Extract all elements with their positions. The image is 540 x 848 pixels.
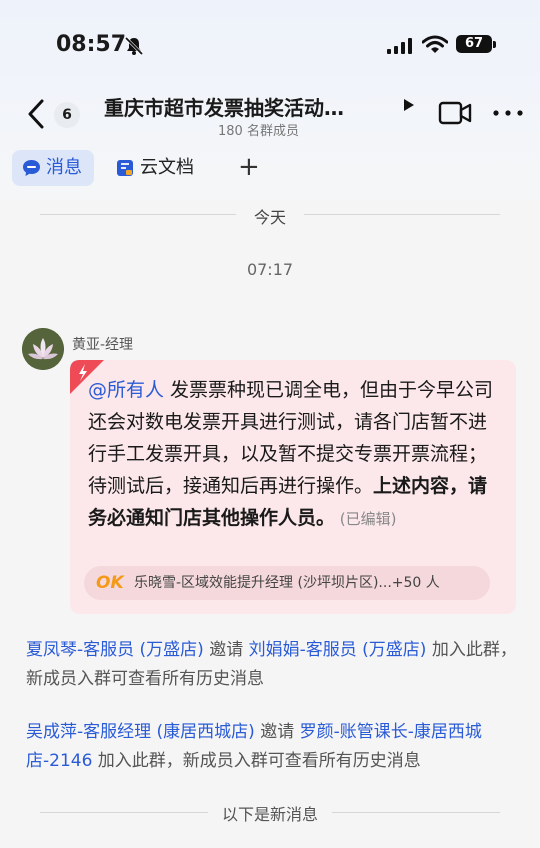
play-arrow-icon[interactable]	[403, 98, 415, 112]
mention-all[interactable]: @所有人	[88, 379, 164, 401]
invite-suffix: 加入此群，新成员入群可查看所有历史消息	[92, 751, 421, 771]
chat-title[interactable]: 重庆市超市发票抽奖活动…	[104, 92, 394, 121]
sender-name: 黄亚-经理	[72, 337, 134, 353]
bell-muted-icon	[124, 36, 144, 56]
read-ack-bar[interactable]: OK 乐晓雪-区域效能提升经理 (沙坪坝片区)...+50 人	[84, 566, 490, 600]
separator-line	[40, 812, 208, 813]
wifi-icon	[422, 35, 448, 53]
video-call-icon[interactable]	[438, 100, 472, 126]
tab-messages[interactable]: 消息	[12, 150, 94, 186]
member-count: 180 名群成员	[218, 124, 299, 139]
edited-label: (已编辑)	[335, 510, 397, 528]
tab-messages-label: 消息	[46, 157, 82, 178]
unread-badge[interactable]: 6	[54, 102, 80, 128]
lotus-avatar-icon	[22, 328, 64, 370]
new-messages-separator: 以下是新消息	[0, 798, 540, 828]
more-options-icon[interactable]	[493, 110, 523, 116]
invite-action: 邀请	[254, 722, 300, 742]
inviter-name[interactable]: 吴成萍-客服经理 (康居西城店)	[26, 722, 255, 742]
chat-bubble-icon	[23, 160, 40, 176]
separator-line	[304, 214, 500, 215]
chat-header: 6 重庆市超市发票抽奖活动… 180 名群成员	[0, 82, 540, 142]
system-message: 夏凤琴-客服员 (万盛店) 邀请 刘娟娟-客服员 (万盛店) 加入此群，新成员入…	[26, 636, 520, 694]
battery-cap	[493, 41, 496, 48]
date-separator: 今天	[0, 200, 540, 230]
invitee-name[interactable]: 刘娟娟-客服员 (万盛店)	[249, 640, 427, 660]
new-messages-label: 以下是新消息	[221, 805, 318, 824]
battery-icon: 67	[456, 35, 492, 53]
message-bubble[interactable]: @所有人 发票票种现已调全电，但由于今早公司还会对数电发票开具进行测试，请各门店…	[70, 360, 516, 614]
separator-line	[40, 214, 236, 215]
ok-icon: OK	[96, 573, 124, 593]
tab-cloud-docs[interactable]: 云文档	[116, 150, 194, 186]
status-bar: 08:57 67	[0, 0, 540, 80]
separator-line	[332, 812, 500, 813]
doc-icon	[117, 160, 133, 176]
date-label: 今天	[253, 208, 286, 227]
message-text: @所有人 发票票种现已调全电，但由于今早公司还会对数电发票开具进行测试，请各门店…	[88, 374, 504, 535]
back-icon[interactable]	[26, 98, 46, 130]
signal-icon	[387, 38, 412, 54]
message-time: 07:17	[246, 260, 294, 279]
chat-tabs: 消息 云文档 +	[0, 146, 540, 190]
invite-action: 邀请	[203, 640, 249, 660]
avatar[interactable]	[22, 328, 64, 370]
ack-text: 乐晓雪-区域效能提升经理 (沙坪坝片区)...+50 人	[134, 575, 440, 591]
tab-docs-label: 云文档	[140, 157, 194, 178]
system-message: 吴成萍-客服经理 (康居西城店) 邀请 罗颜-账管课长-康居西城店-2146 加…	[26, 718, 520, 776]
inviter-name[interactable]: 夏凤琴-客服员 (万盛店)	[26, 640, 204, 660]
status-time: 08:57	[56, 32, 127, 57]
add-tab-button[interactable]: +	[238, 152, 260, 182]
